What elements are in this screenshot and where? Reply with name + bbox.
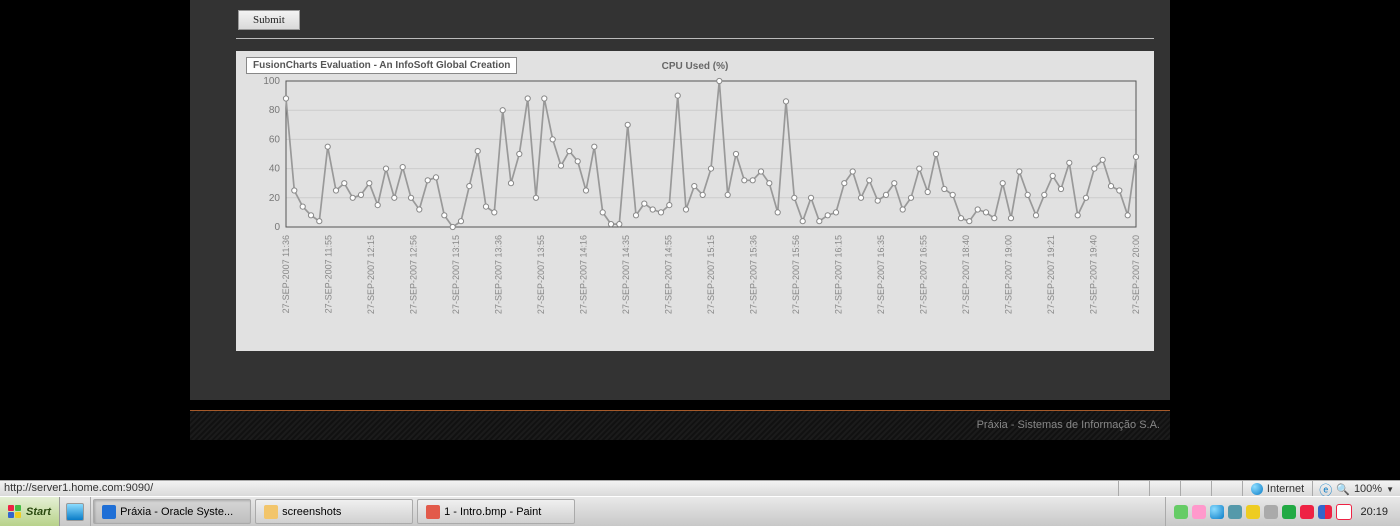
svg-text:27-SEP-2007 11:36: 27-SEP-2007 11:36 [281,235,291,313]
chart-container: FusionCharts Evaluation - An InfoSoft Gl… [236,51,1154,351]
tray-icon-2[interactable] [1192,505,1206,519]
svg-text:27-SEP-2007 15:36: 27-SEP-2007 15:36 [749,235,759,314]
svg-text:27-SEP-2007 15:56: 27-SEP-2007 15:56 [791,235,801,314]
svg-text:27-SEP-2007 11:55: 27-SEP-2007 11:55 [324,235,334,313]
task-label: Práxia - Oracle Syste... [120,506,233,518]
task-icon [264,505,278,519]
svg-text:27-SEP-2007 16:55: 27-SEP-2007 16:55 [919,235,929,314]
zoom-icon: 🔍 [1336,483,1350,496]
tray-volume-icon[interactable] [1264,505,1278,519]
ie-quicklaunch-icon[interactable] [66,503,84,521]
chart-title: CPU Used (%) [236,61,1154,72]
svg-text:27-SEP-2007 18:40: 27-SEP-2007 18:40 [961,235,971,314]
zone-label: Internet [1267,483,1304,495]
status-url: http://server1.home.com:9090/ [0,481,1118,497]
task-0[interactable]: Práxia - Oracle Syste... [93,499,251,524]
tray-antivirus-icon[interactable] [1336,504,1352,520]
page-footer: Práxia - Sistemas de Informação S.A. [190,410,1170,440]
svg-text:27-SEP-2007 19:40: 27-SEP-2007 19:40 [1089,235,1099,314]
svg-text:27-SEP-2007 15:15: 27-SEP-2007 15:15 [706,235,716,314]
page-content: Submit FusionCharts Evaluation - An Info… [190,0,1170,400]
svg-text:27-SEP-2007 14:16: 27-SEP-2007 14:16 [579,235,589,314]
task-icon [426,505,440,519]
svg-text:80: 80 [269,105,281,116]
svg-text:0: 0 [274,222,280,233]
tray-icon-6[interactable] [1300,505,1314,519]
security-zone[interactable]: Internet [1242,481,1312,497]
svg-text:27-SEP-2007 20:00: 27-SEP-2007 20:00 [1131,235,1141,314]
svg-text:27-SEP-2007 16:35: 27-SEP-2007 16:35 [876,235,886,314]
zoom-value: 100% [1354,483,1382,495]
svg-text:27-SEP-2007 13:15: 27-SEP-2007 13:15 [451,235,461,314]
svg-text:27-SEP-2007 12:56: 27-SEP-2007 12:56 [409,235,419,314]
task-1[interactable]: screenshots [255,499,413,524]
svg-text:27-SEP-2007 12:15: 27-SEP-2007 12:15 [366,235,376,314]
svg-text:27-SEP-2007 14:55: 27-SEP-2007 14:55 [664,235,674,314]
start-button[interactable]: Start [0,497,60,526]
tray-icon-7[interactable] [1318,505,1332,519]
globe-icon [1251,483,1263,495]
taskbar-clock[interactable]: 20:19 [1354,506,1394,518]
submit-button[interactable]: Submit [238,10,300,30]
quick-launch [60,497,91,526]
svg-text:40: 40 [269,164,281,175]
zoom-control[interactable]: ⓔ 🔍 100% ▼ [1312,481,1400,497]
system-tray: 20:19 [1165,497,1400,526]
task-label: 1 - Intro.bmp - Paint [444,506,541,518]
svg-text:20: 20 [269,193,281,204]
ie-status-bar: http://server1.home.com:9090/ Internet ⓔ… [0,480,1400,497]
svg-text:27-SEP-2007 13:36: 27-SEP-2007 13:36 [494,235,504,314]
svg-text:27-SEP-2007 19:00: 27-SEP-2007 19:00 [1004,235,1014,314]
task-label: screenshots [282,506,341,518]
tray-icon-3[interactable] [1228,505,1242,519]
windows-taskbar: Start Práxia - Oracle Syste... screenshot… [0,496,1400,526]
start-label: Start [26,506,51,518]
tray-icon-4[interactable] [1246,505,1260,519]
tray-network-icon[interactable] [1210,505,1224,519]
chevron-down-icon: ▼ [1386,485,1394,494]
svg-text:60: 60 [269,134,281,145]
windows-logo-icon [8,505,22,519]
svg-text:100: 100 [263,77,280,87]
svg-text:27-SEP-2007 14:35: 27-SEP-2007 14:35 [621,235,631,314]
task-icon [102,505,116,519]
svg-text:27-SEP-2007 19:21: 27-SEP-2007 19:21 [1046,235,1056,314]
svg-text:27-SEP-2007 13:55: 27-SEP-2007 13:55 [536,235,546,314]
divider [236,38,1154,39]
svg-text:27-SEP-2007 16:15: 27-SEP-2007 16:15 [834,235,844,314]
task-2[interactable]: 1 - Intro.bmp - Paint [417,499,575,524]
cpu-line-chart: 0 20 40 60 80 100 27-SEP-2007 11:36 27-SEP-2007… [246,77,1146,347]
tray-icon-5[interactable] [1282,505,1296,519]
tray-icon-1[interactable] [1174,505,1188,519]
